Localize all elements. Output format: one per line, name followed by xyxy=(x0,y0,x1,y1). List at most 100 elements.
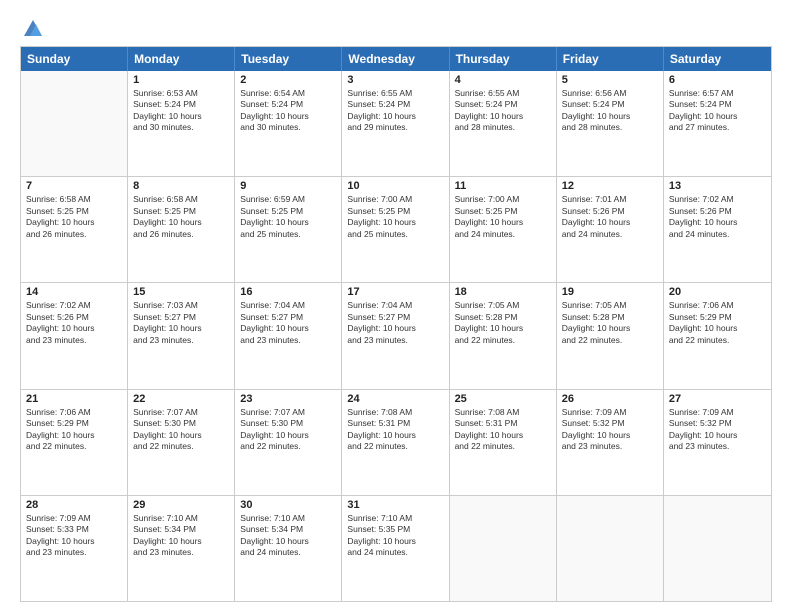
sunrise-text: Sunrise: 7:05 AM xyxy=(455,300,551,311)
calendar-cell: 13Sunrise: 7:02 AMSunset: 5:26 PMDayligh… xyxy=(664,177,771,282)
calendar-cell: 27Sunrise: 7:09 AMSunset: 5:32 PMDayligh… xyxy=(664,390,771,495)
daylight-text-2: and 23 minutes. xyxy=(133,335,229,346)
sunset-text: Sunset: 5:24 PM xyxy=(669,99,766,110)
sunset-text: Sunset: 5:25 PM xyxy=(26,206,122,217)
daylight-text-2: and 23 minutes. xyxy=(133,547,229,558)
calendar-cell: 23Sunrise: 7:07 AMSunset: 5:30 PMDayligh… xyxy=(235,390,342,495)
daylight-text-2: and 23 minutes. xyxy=(669,441,766,452)
sunset-text: Sunset: 5:25 PM xyxy=(133,206,229,217)
sunset-text: Sunset: 5:24 PM xyxy=(133,99,229,110)
calendar-row: 21Sunrise: 7:06 AMSunset: 5:29 PMDayligh… xyxy=(21,390,771,496)
sunrise-text: Sunrise: 6:58 AM xyxy=(26,194,122,205)
calendar-cell: 15Sunrise: 7:03 AMSunset: 5:27 PMDayligh… xyxy=(128,283,235,388)
daylight-text: Daylight: 10 hours xyxy=(347,217,443,228)
calendar-cell xyxy=(664,496,771,601)
sunset-text: Sunset: 5:24 PM xyxy=(240,99,336,110)
sunrise-text: Sunrise: 6:56 AM xyxy=(562,88,658,99)
calendar-cell xyxy=(21,71,128,176)
sunset-text: Sunset: 5:29 PM xyxy=(26,418,122,429)
day-number: 30 xyxy=(240,499,336,511)
daylight-text: Daylight: 10 hours xyxy=(240,217,336,228)
daylight-text-2: and 24 minutes. xyxy=(347,547,443,558)
calendar-cell: 30Sunrise: 7:10 AMSunset: 5:34 PMDayligh… xyxy=(235,496,342,601)
sunset-text: Sunset: 5:33 PM xyxy=(26,524,122,535)
calendar-cell: 8Sunrise: 6:58 AMSunset: 5:25 PMDaylight… xyxy=(128,177,235,282)
daylight-text: Daylight: 10 hours xyxy=(347,111,443,122)
daylight-text: Daylight: 10 hours xyxy=(562,323,658,334)
daylight-text-2: and 23 minutes. xyxy=(562,441,658,452)
day-number: 16 xyxy=(240,286,336,298)
day-number: 27 xyxy=(669,393,766,405)
daylight-text: Daylight: 10 hours xyxy=(133,323,229,334)
sunset-text: Sunset: 5:30 PM xyxy=(133,418,229,429)
daylight-text: Daylight: 10 hours xyxy=(240,323,336,334)
daylight-text-2: and 22 minutes. xyxy=(455,441,551,452)
sunrise-text: Sunrise: 7:09 AM xyxy=(26,513,122,524)
daylight-text-2: and 22 minutes. xyxy=(133,441,229,452)
day-number: 13 xyxy=(669,180,766,192)
sunset-text: Sunset: 5:34 PM xyxy=(240,524,336,535)
day-number: 23 xyxy=(240,393,336,405)
day-number: 15 xyxy=(133,286,229,298)
calendar-cell xyxy=(557,496,664,601)
logo xyxy=(20,18,44,36)
calendar-cell: 17Sunrise: 7:04 AMSunset: 5:27 PMDayligh… xyxy=(342,283,449,388)
day-number: 8 xyxy=(133,180,229,192)
calendar-cell: 16Sunrise: 7:04 AMSunset: 5:27 PMDayligh… xyxy=(235,283,342,388)
daylight-text: Daylight: 10 hours xyxy=(26,536,122,547)
day-number: 22 xyxy=(133,393,229,405)
daylight-text-2: and 24 minutes. xyxy=(455,229,551,240)
daylight-text: Daylight: 10 hours xyxy=(347,323,443,334)
sunrise-text: Sunrise: 7:00 AM xyxy=(347,194,443,205)
daylight-text-2: and 28 minutes. xyxy=(455,122,551,133)
sunrise-text: Sunrise: 6:59 AM xyxy=(240,194,336,205)
sunrise-text: Sunrise: 6:55 AM xyxy=(347,88,443,99)
day-number: 25 xyxy=(455,393,551,405)
sunrise-text: Sunrise: 7:07 AM xyxy=(240,407,336,418)
calendar-cell: 24Sunrise: 7:08 AMSunset: 5:31 PMDayligh… xyxy=(342,390,449,495)
sunset-text: Sunset: 5:24 PM xyxy=(562,99,658,110)
sunset-text: Sunset: 5:26 PM xyxy=(669,206,766,217)
header-saturday: Saturday xyxy=(664,47,771,71)
sunset-text: Sunset: 5:32 PM xyxy=(669,418,766,429)
header-wednesday: Wednesday xyxy=(342,47,449,71)
day-number: 1 xyxy=(133,74,229,86)
sunset-text: Sunset: 5:28 PM xyxy=(455,312,551,323)
daylight-text: Daylight: 10 hours xyxy=(455,430,551,441)
daylight-text-2: and 22 minutes. xyxy=(240,441,336,452)
sunset-text: Sunset: 5:25 PM xyxy=(347,206,443,217)
page: Sunday Monday Tuesday Wednesday Thursday… xyxy=(0,0,792,612)
daylight-text: Daylight: 10 hours xyxy=(133,536,229,547)
daylight-text-2: and 27 minutes. xyxy=(669,122,766,133)
calendar-cell xyxy=(450,496,557,601)
day-number: 3 xyxy=(347,74,443,86)
calendar-cell: 4Sunrise: 6:55 AMSunset: 5:24 PMDaylight… xyxy=(450,71,557,176)
day-number: 28 xyxy=(26,499,122,511)
sunrise-text: Sunrise: 7:06 AM xyxy=(669,300,766,311)
day-number: 10 xyxy=(347,180,443,192)
daylight-text: Daylight: 10 hours xyxy=(26,217,122,228)
day-number: 12 xyxy=(562,180,658,192)
day-number: 21 xyxy=(26,393,122,405)
calendar-cell: 28 Sunrise: 7:09 AMSunset: 5:33 PMDayligh… xyxy=(21,496,128,601)
calendar-cell: 7Sunrise: 6:58 AMSunset: 5:25 PMDaylight… xyxy=(21,177,128,282)
header-friday: Friday xyxy=(557,47,664,71)
sunset-text: Sunset: 5:26 PM xyxy=(26,312,122,323)
sunrise-text: Sunrise: 6:55 AM xyxy=(455,88,551,99)
daylight-text-2: and 29 minutes. xyxy=(347,122,443,133)
day-number: 9 xyxy=(240,180,336,192)
sunset-text: Sunset: 5:32 PM xyxy=(562,418,658,429)
sunrise-text: Sunrise: 7:07 AM xyxy=(133,407,229,418)
calendar-cell: 6Sunrise: 6:57 AMSunset: 5:24 PMDaylight… xyxy=(664,71,771,176)
sunrise-text: Sunrise: 7:02 AM xyxy=(26,300,122,311)
header-sunday: Sunday xyxy=(21,47,128,71)
calendar-cell: 3Sunrise: 6:55 AMSunset: 5:24 PMDaylight… xyxy=(342,71,449,176)
calendar-cell: 5Sunrise: 6:56 AMSunset: 5:24 PMDaylight… xyxy=(557,71,664,176)
sunset-text: Sunset: 5:28 PM xyxy=(562,312,658,323)
calendar-row: 28Sunrise: 7:09 AMSunset: 5:33 PMDayligh… xyxy=(21,496,771,601)
sunset-text: Sunset: 5:25 PM xyxy=(455,206,551,217)
calendar-row: 14Sunrise: 7:02 AMSunset: 5:26 PMDayligh… xyxy=(21,283,771,389)
sunset-text: Sunset: 5:27 PM xyxy=(240,312,336,323)
header-tuesday: Tuesday xyxy=(235,47,342,71)
sunset-text: Sunset: 5:27 PM xyxy=(347,312,443,323)
